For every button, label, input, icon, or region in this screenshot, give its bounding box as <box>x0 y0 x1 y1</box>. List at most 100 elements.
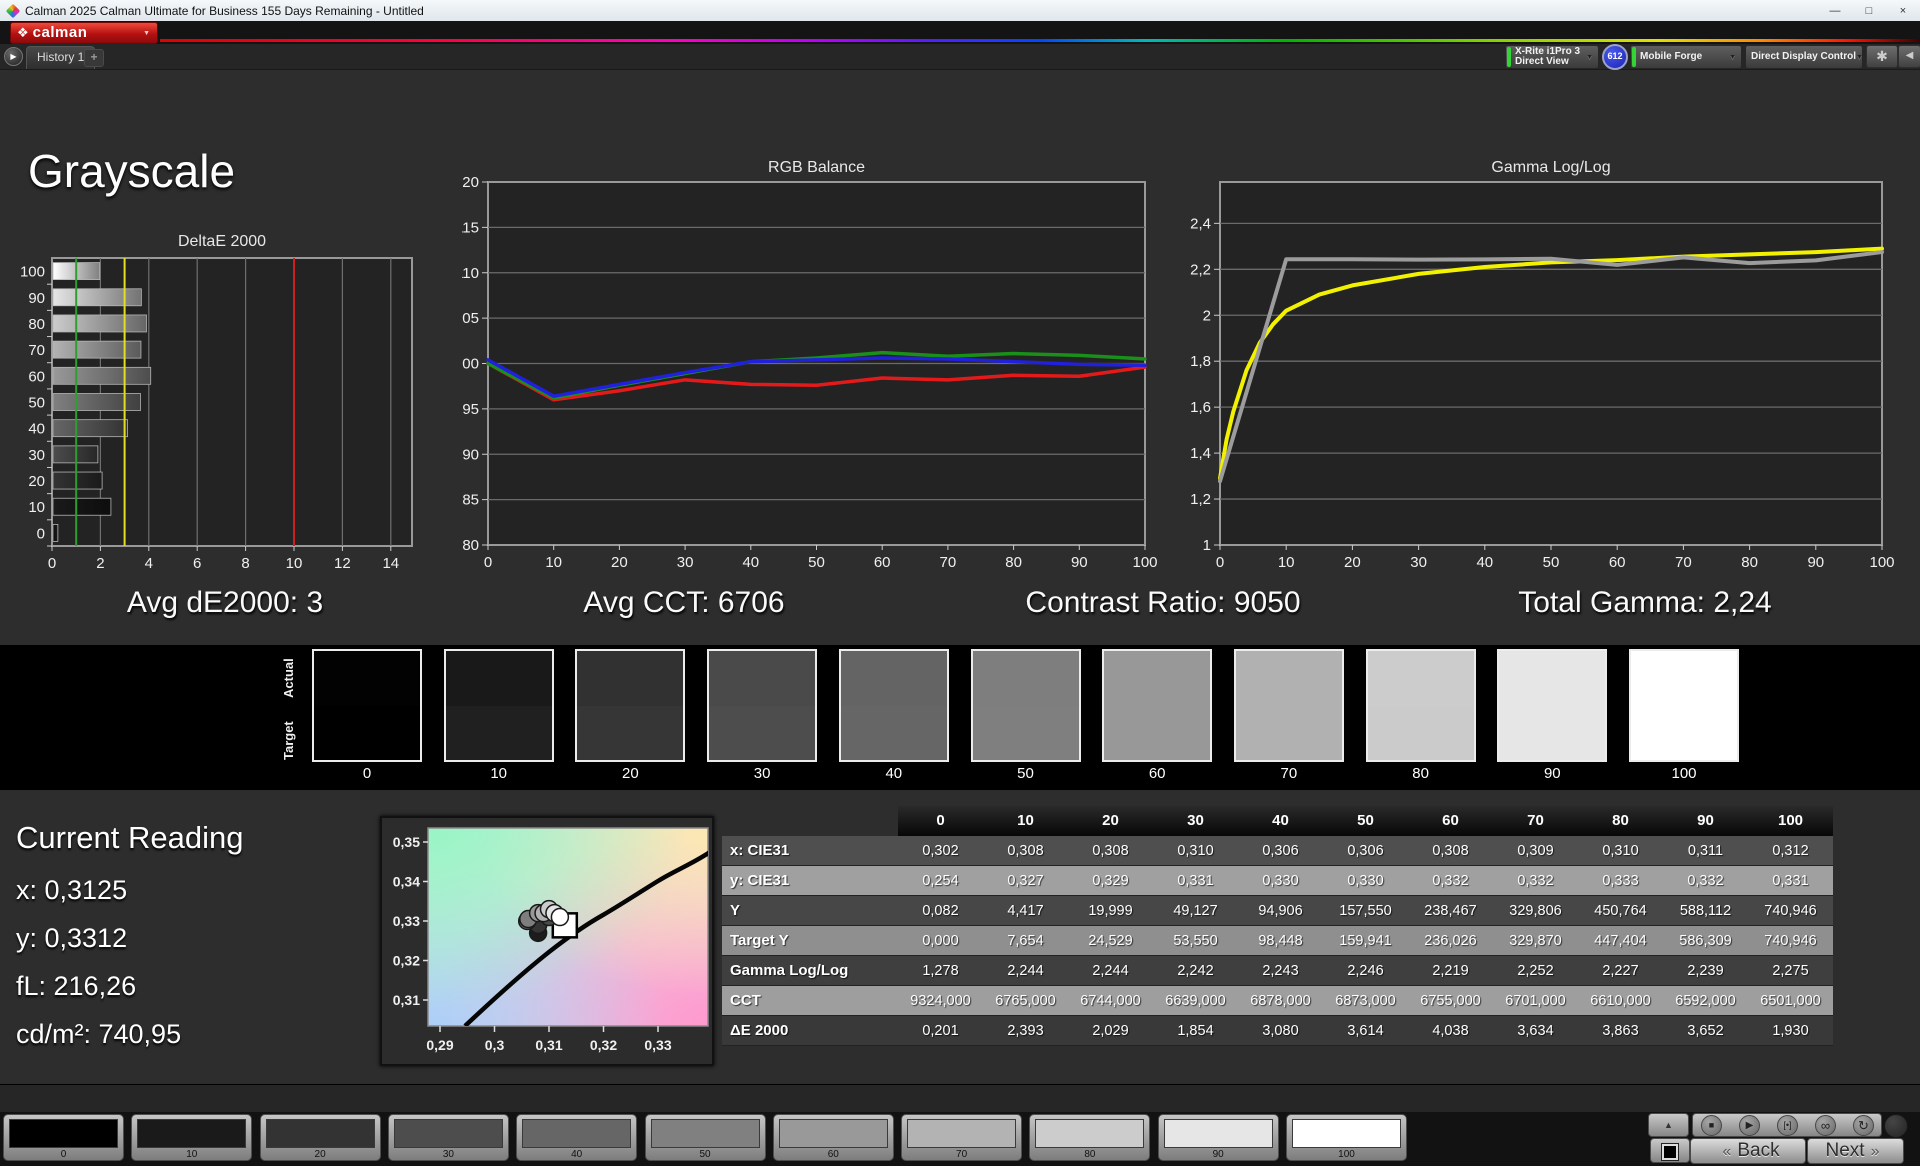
history-nav-button[interactable]: ▶ <box>4 47 23 66</box>
svg-text:12: 12 <box>334 555 351 572</box>
grayscale-swatch-60 <box>1102 649 1213 762</box>
svg-text:10: 10 <box>286 555 303 572</box>
table-cell: 3,634 <box>1493 1016 1578 1046</box>
table-row-label: Target Y <box>722 926 898 956</box>
table-cell: 6639,000 <box>1153 986 1238 1016</box>
svg-text:100: 100 <box>20 264 45 281</box>
pattern-swatch <box>907 1119 1017 1148</box>
grayscale-swatch-50 <box>970 649 1081 762</box>
calman-logo-button[interactable]: ❖ calman ▼ <box>10 22 158 44</box>
pattern-label: 100 <box>1338 1149 1355 1160</box>
chevron-up-icon: ▲ <box>1664 1120 1673 1130</box>
table-cell: 2,275 <box>1748 956 1833 986</box>
table-cell: 1,278 <box>898 956 983 986</box>
svg-text:30: 30 <box>677 554 694 571</box>
svg-text:60: 60 <box>28 368 45 385</box>
pattern-button-100[interactable]: 100 <box>1286 1114 1407 1161</box>
single-measure-icon: [•] <box>1783 1120 1792 1130</box>
pattern-swatch <box>522 1119 632 1148</box>
table-row-label: y: CIE31 <box>722 866 898 896</box>
table-cell: 0,331 <box>1153 866 1238 896</box>
grayscale-swatch-strip: Actual Target 0 10 20 30 40 50 60 70 80 90 100 <box>0 645 1920 790</box>
single-measure-button[interactable]: [•] <box>1777 1115 1798 1136</box>
stop-button[interactable]: ■ <box>1701 1115 1722 1136</box>
table-cell: 0,306 <box>1323 836 1408 866</box>
pattern-button-30[interactable]: 30 <box>387 1114 509 1161</box>
expand-controls-button[interactable]: ▲ <box>1648 1113 1689 1137</box>
table-cell: 586,309 <box>1663 926 1748 956</box>
stat-2: Avg CCT: 6706 <box>583 586 785 619</box>
target-patch <box>972 705 1079 760</box>
settings-gear-button[interactable]: ✱ <box>1866 45 1898 68</box>
actual-patch <box>972 651 1079 706</box>
pattern-button-50[interactable]: 50 <box>644 1114 766 1161</box>
svg-text:80: 80 <box>462 537 479 554</box>
device-dropdown-2[interactable]: Mobile Forge ▼ <box>1630 45 1742 69</box>
add-tab-button[interactable]: + <box>84 49 104 67</box>
table-cell: 2,246 <box>1323 956 1408 986</box>
status-indicator <box>1884 1114 1908 1138</box>
svg-text:0,33: 0,33 <box>644 1037 671 1053</box>
stat-3: Contrast Ratio: 9050 <box>1025 586 1301 619</box>
device-dropdown-3[interactable]: Direct Display Control ▼ <box>1745 45 1863 69</box>
table-cell: 7,654 <box>983 926 1068 956</box>
svg-text:90: 90 <box>462 446 479 463</box>
pattern-button-90[interactable]: 90 <box>1157 1114 1279 1161</box>
maximize-button[interactable]: □ <box>1852 1 1886 21</box>
pattern-label: 50 <box>699 1149 711 1160</box>
stop-measure-button[interactable] <box>1650 1138 1690 1163</box>
next-button[interactable]: Next» <box>1807 1138 1904 1164</box>
back-button[interactable]: «Back <box>1690 1138 1806 1164</box>
svg-text:40: 40 <box>1476 554 1493 571</box>
table-col-header: 50 <box>1323 806 1408 836</box>
pattern-button-10[interactable]: 10 <box>131 1114 253 1161</box>
pattern-button-0[interactable]: 0 <box>3 1114 124 1161</box>
pattern-button-80[interactable]: 80 <box>1029 1114 1151 1161</box>
close-button[interactable]: × <box>1886 1 1920 21</box>
table-cell: 3,863 <box>1578 1016 1663 1046</box>
table-cell: 0,332 <box>1493 866 1578 896</box>
pattern-button-60[interactable]: 60 <box>772 1114 894 1161</box>
actual-patch <box>314 651 420 706</box>
table-cell: 19,999 <box>1068 896 1153 926</box>
table-cell: 53,550 <box>1153 926 1238 956</box>
table-col-header: 30 <box>1153 806 1238 836</box>
svg-text:70: 70 <box>1675 554 1692 571</box>
pattern-button-40[interactable]: 40 <box>516 1114 638 1161</box>
table-cell: 0,332 <box>1663 866 1748 896</box>
pattern-button-20[interactable]: 20 <box>259 1114 381 1161</box>
table-cell: 329,806 <box>1493 896 1578 926</box>
pattern-label: 10 <box>186 1149 198 1160</box>
svg-text:50: 50 <box>1543 554 1560 571</box>
measurement-table: 0 10 20 30 40 50 60 70 80 90 100 x: CIE31 0,302 0,308… <box>722 806 1833 1046</box>
table-cell: 6501,000 <box>1748 986 1833 1016</box>
svg-text:RGB Balance: RGB Balance <box>768 159 865 176</box>
continuous-measure-button[interactable]: ∞ <box>1815 1115 1836 1136</box>
window-title: Calman 2025 Calman Ultimate for Business… <box>25 3 424 18</box>
svg-text:0: 0 <box>484 554 492 571</box>
meter-count-badge[interactable]: 612 <box>1602 44 1628 70</box>
svg-text:60: 60 <box>874 554 891 571</box>
pattern-swatch <box>1163 1119 1273 1148</box>
play-button[interactable]: ▶ <box>1739 1115 1760 1136</box>
collapse-panel-button[interactable]: ◀ <box>1898 45 1920 68</box>
table-cell: 0,082 <box>898 896 983 926</box>
strip-row-label-target: Target <box>281 721 296 761</box>
pattern-label: 0 <box>60 1149 67 1160</box>
swatch-level-label: 20 <box>622 765 639 782</box>
current-reading-panel: Current Reading x: 0,3125 y: 0,3312 fL: 21… <box>16 820 243 1058</box>
grayscale-swatch-40 <box>838 649 949 762</box>
pattern-button-70[interactable]: 70 <box>901 1114 1023 1161</box>
svg-text:30: 30 <box>1410 554 1427 571</box>
minimize-button[interactable]: — <box>1818 1 1852 21</box>
svg-text:0: 0 <box>37 525 45 542</box>
chevron-down-icon: ▼ <box>1729 53 1736 61</box>
grayscale-swatch-0 <box>312 649 422 762</box>
table-cell: 6878,000 <box>1238 986 1323 1016</box>
table-cell: 0,327 <box>983 866 1068 896</box>
loop-button[interactable]: ↻ <box>1853 1115 1874 1136</box>
device-dropdown-1[interactable]: X-Rite i1Pro 3 Direct View ▼ <box>1505 45 1599 69</box>
table-cell: 6755,000 <box>1408 986 1493 1016</box>
table-cell: 740,946 <box>1748 926 1833 956</box>
table-cell: 6592,000 <box>1663 986 1748 1016</box>
